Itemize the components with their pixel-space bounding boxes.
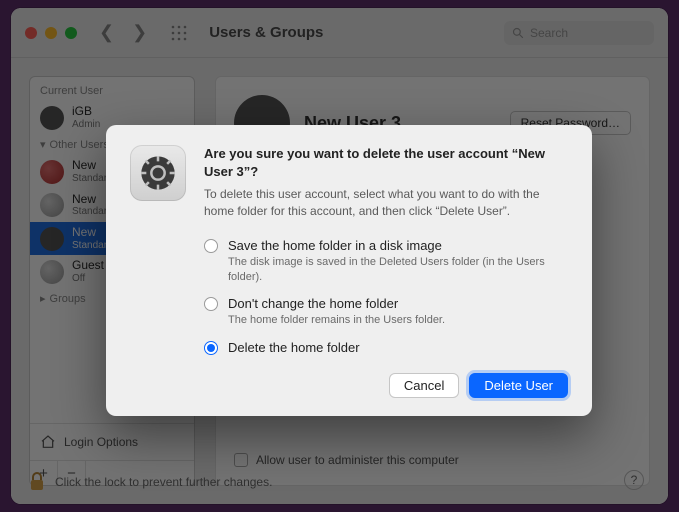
radio-button[interactable]: [204, 297, 218, 311]
settings-gear-icon: [130, 145, 186, 201]
radio-label: Don't change the home folder: [228, 296, 445, 311]
radio-option-save-disk-image[interactable]: Save the home folder in a disk image The…: [204, 238, 568, 285]
radio-button[interactable]: [204, 341, 218, 355]
radio-option-dont-change[interactable]: Don't change the home folder The home fo…: [204, 296, 568, 328]
radio-button[interactable]: [204, 239, 218, 253]
radio-label: Save the home folder in a disk image: [228, 238, 568, 253]
delete-user-button[interactable]: Delete User: [469, 373, 568, 398]
radio-option-delete-folder[interactable]: Delete the home folder: [204, 340, 568, 355]
cancel-button[interactable]: Cancel: [389, 373, 459, 398]
radio-label: Delete the home folder: [228, 340, 360, 355]
dialog-buttons: Cancel Delete User: [204, 373, 568, 398]
delete-user-dialog: Are you sure you want to delete the user…: [106, 125, 592, 416]
dialog-description: To delete this user account, select what…: [204, 186, 568, 220]
radio-sublabel: The disk image is saved in the Deleted U…: [228, 255, 568, 285]
dialog-content: Are you sure you want to delete the user…: [204, 145, 568, 398]
radio-sublabel: The home folder remains in the Users fol…: [228, 313, 445, 328]
dialog-title: Are you sure you want to delete the user…: [204, 145, 568, 180]
prefs-window: ❮ ❯ Users & Groups Search Current User i…: [11, 8, 668, 504]
radio-group: Save the home folder in a disk image The…: [204, 238, 568, 356]
